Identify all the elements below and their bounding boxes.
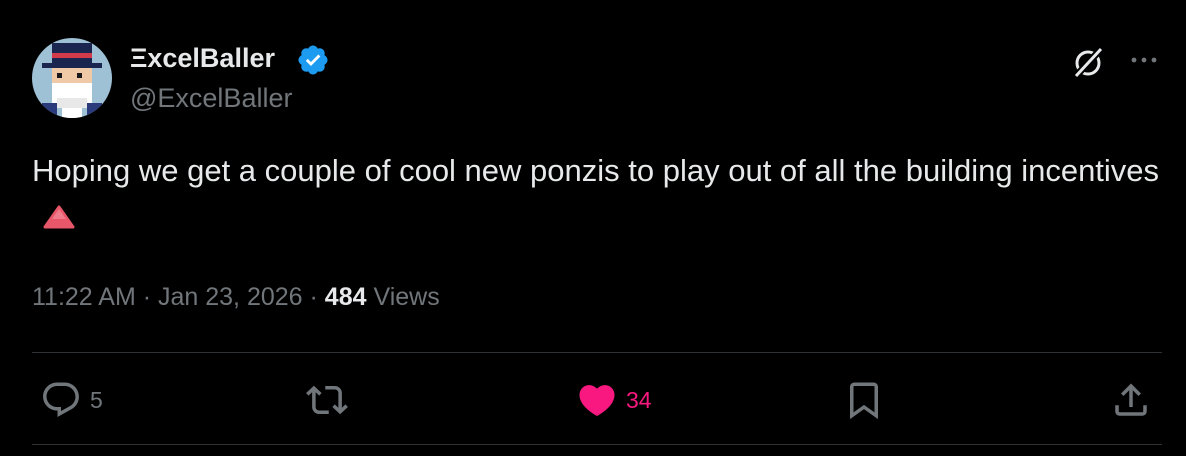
- verified-badge-icon[interactable]: [296, 43, 330, 77]
- more-options-icon[interactable]: [1128, 48, 1160, 72]
- repost-icon: [306, 385, 348, 415]
- tweet-body: Hoping we get a couple of cool new ponzi…: [32, 153, 1160, 188]
- author-handle[interactable]: @ExcelBaller: [130, 82, 292, 114]
- views-count: 484: [324, 283, 367, 311]
- heart-filled-icon: [579, 385, 615, 417]
- tweet-meta: 11:22 AM · Jan 23, 2026 · 484 Views: [32, 283, 440, 311]
- red-triangle-icon: [43, 205, 75, 229]
- like-button[interactable]: 34: [576, 378, 652, 422]
- views-label: Views: [373, 283, 440, 311]
- bookmark-button[interactable]: [843, 378, 885, 422]
- share-icon: [1115, 383, 1147, 416]
- reply-icon: [43, 382, 79, 417]
- bookmark-icon: [850, 382, 878, 420]
- tweet-date[interactable]: Jan 23, 2026: [158, 283, 303, 311]
- like-count: 34: [626, 386, 652, 413]
- author-display-name[interactable]: ΞxcelBaller: [130, 42, 275, 74]
- divider: [32, 444, 1162, 445]
- tweet-text: Hoping we get a couple of cool new ponzi…: [32, 148, 1162, 240]
- repost-button[interactable]: [306, 378, 348, 422]
- tweet-time[interactable]: 11:22 AM: [32, 283, 136, 311]
- divider: [32, 352, 1162, 353]
- reply-button[interactable]: 5: [40, 378, 103, 422]
- grok-icon[interactable]: [1070, 44, 1106, 80]
- avatar[interactable]: [32, 38, 112, 118]
- pixel-art-wizard-avatar-icon: [32, 38, 112, 118]
- reply-count: 5: [90, 386, 103, 413]
- share-button[interactable]: [1110, 378, 1152, 422]
